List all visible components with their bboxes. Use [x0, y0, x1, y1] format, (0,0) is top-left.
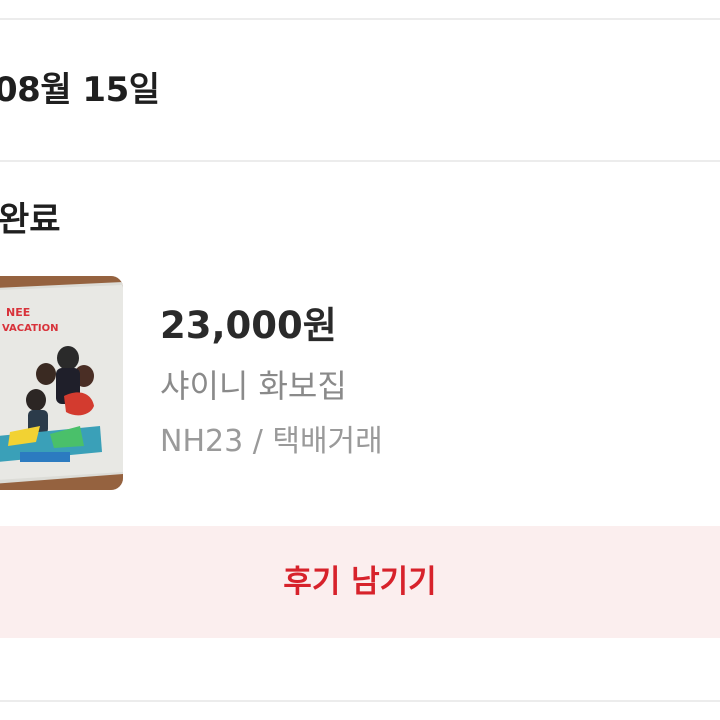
- bottom-divider: [0, 700, 720, 702]
- top-divider: [0, 18, 720, 20]
- thumbnail-title-line1: NEE: [6, 306, 30, 319]
- write-review-label: 후기 남기기: [283, 564, 437, 600]
- product-title[interactable]: 샤이니 화보집: [160, 364, 347, 408]
- transaction-date: 08월 15일: [0, 70, 160, 110]
- section-divider: [0, 160, 720, 162]
- product-meta: NH23 / 택배거래: [160, 424, 383, 459]
- order-status: 완료: [0, 200, 61, 240]
- thumbnail-title-line2: VACATION: [2, 323, 59, 334]
- transaction-detail-page: 08월 15일 완료 NEE VACATION 23,000원 샤이니 화보집 …: [0, 0, 720, 720]
- product-price: 23,000원: [160, 304, 337, 347]
- write-review-button[interactable]: 후기 남기기: [0, 526, 720, 638]
- product-thumbnail[interactable]: NEE VACATION: [0, 276, 123, 490]
